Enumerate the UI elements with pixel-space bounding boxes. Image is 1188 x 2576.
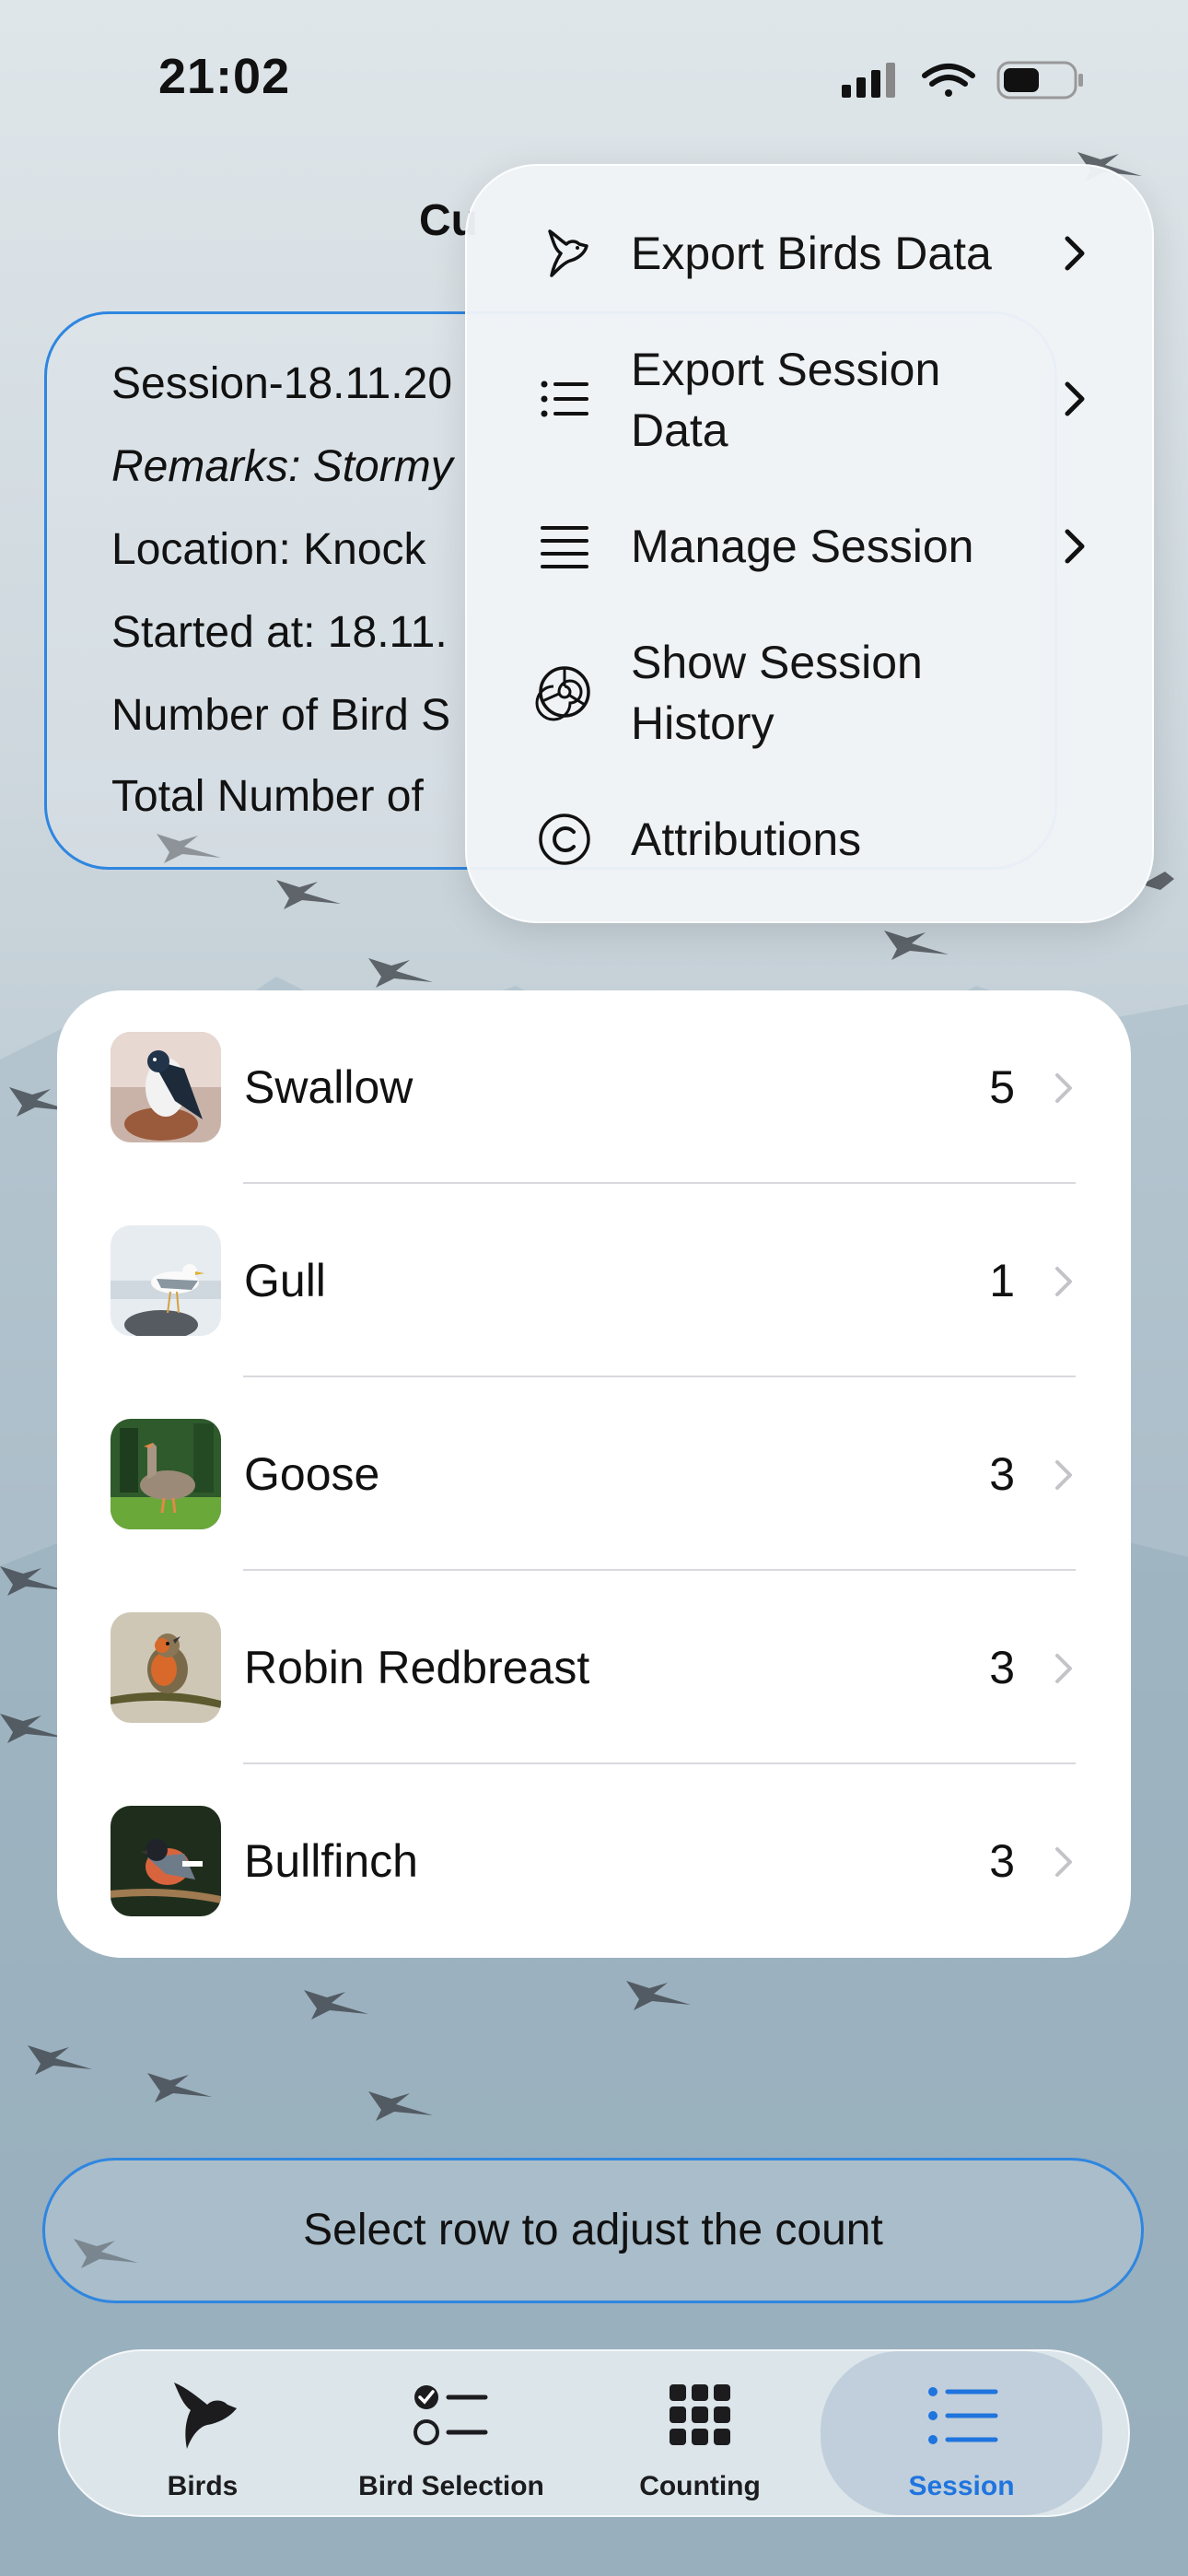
tab-session[interactable]: Session bbox=[821, 2351, 1102, 2515]
tab-birds[interactable]: Birds bbox=[78, 2351, 327, 2515]
menu-item-label: Export Birds Data bbox=[631, 228, 992, 279]
signal-icon bbox=[842, 63, 895, 98]
goose-thumbnail bbox=[111, 1419, 221, 1529]
tab-label: Bird Selection bbox=[358, 2471, 544, 2501]
menu-item-label: Show Session History bbox=[631, 637, 923, 749]
bird-name: Bullfinch bbox=[244, 1835, 418, 1887]
bird-icon bbox=[548, 229, 588, 277]
session-started-at: Started at: 18.11. bbox=[111, 608, 448, 657]
status-time: 21:02 bbox=[158, 49, 291, 104]
options-menu: Export Birds Data Export Session Data Ma… bbox=[465, 164, 1154, 923]
chevron-right-icon bbox=[1065, 236, 1085, 271]
list-item-robin-redbreast[interactable]: Robin Redbreast 3 bbox=[57, 1571, 1131, 1764]
status-bar: 21:02 bbox=[0, 0, 1188, 157]
session-bird-species-count: Number of Bird S bbox=[111, 691, 451, 740]
tab-label: Birds bbox=[167, 2471, 239, 2501]
bird-name: Swallow bbox=[244, 1061, 413, 1113]
chevron-right-icon bbox=[1055, 1073, 1072, 1103]
session-remarks: Remarks: Stormy bbox=[111, 442, 453, 491]
session-name: Session-18.11.20 bbox=[111, 359, 453, 408]
checklist-icon bbox=[413, 2385, 488, 2445]
chevron-right-icon bbox=[1065, 381, 1085, 416]
tab-counting[interactable]: Counting bbox=[576, 2351, 824, 2515]
tab-bird-selection[interactable]: Bird Selection bbox=[327, 2351, 576, 2515]
menu-item-label: Attributions bbox=[631, 814, 862, 865]
wifi-icon bbox=[922, 64, 975, 97]
tab-label: Session bbox=[908, 2471, 1015, 2501]
robin-thumbnail bbox=[111, 1612, 221, 1723]
list-item-swallow[interactable]: Swallow 5 bbox=[57, 990, 1131, 1184]
chevron-right-icon bbox=[1065, 529, 1085, 564]
bird-name: Goose bbox=[244, 1448, 380, 1500]
bird-count-list: Swallow 5 Gull 1 Goose 3 Robin Redbreast… bbox=[57, 990, 1131, 1958]
status-icons bbox=[842, 61, 1083, 100]
bullfinch-thumbnail bbox=[111, 1806, 221, 1916]
chevron-right-icon bbox=[1055, 1847, 1072, 1877]
copyright-icon bbox=[539, 814, 590, 865]
menu-item-export-session-data[interactable]: Export Session Data bbox=[467, 330, 1152, 468]
chevron-right-icon bbox=[1055, 1460, 1072, 1490]
menu-item-attributions[interactable]: Attributions bbox=[467, 789, 1152, 890]
grid-icon bbox=[670, 2384, 730, 2445]
lines-icon bbox=[541, 526, 588, 568]
menu-item-label: Manage Session bbox=[631, 521, 974, 572]
menu-item-show-session-history[interactable]: Show Session History bbox=[467, 623, 1152, 761]
battery-icon bbox=[996, 61, 1083, 100]
list-item-goose[interactable]: Goose 3 bbox=[57, 1377, 1131, 1571]
swallow-thumbnail bbox=[111, 1032, 221, 1142]
session-location: Location: Knock bbox=[111, 525, 426, 574]
session-total-count: Total Number of bbox=[111, 772, 424, 821]
chevron-right-icon bbox=[1055, 1654, 1072, 1683]
tab-bar: Birds Bird Selection Counting Session bbox=[58, 2349, 1130, 2517]
list-icon bbox=[541, 381, 588, 417]
list-icon bbox=[928, 2387, 998, 2444]
chevron-right-icon bbox=[1055, 1267, 1072, 1296]
tab-label: Counting bbox=[639, 2471, 761, 2501]
shell-icon bbox=[535, 666, 590, 721]
menu-item-label: Export Session Data bbox=[631, 344, 941, 456]
bird-icon bbox=[174, 2383, 237, 2449]
bird-name: Gull bbox=[244, 1255, 326, 1306]
bird-name: Robin Redbreast bbox=[244, 1642, 590, 1693]
menu-item-manage-session[interactable]: Manage Session bbox=[467, 496, 1152, 597]
gull-thumbnail bbox=[111, 1225, 221, 1336]
adjust-count-hint: Select row to adjust the count bbox=[42, 2158, 1144, 2303]
list-item-bullfinch[interactable]: Bullfinch 3 bbox=[57, 1764, 1131, 1958]
list-item-gull[interactable]: Gull 1 bbox=[57, 1184, 1131, 1377]
menu-item-export-birds-data[interactable]: Export Birds Data bbox=[467, 203, 1152, 304]
